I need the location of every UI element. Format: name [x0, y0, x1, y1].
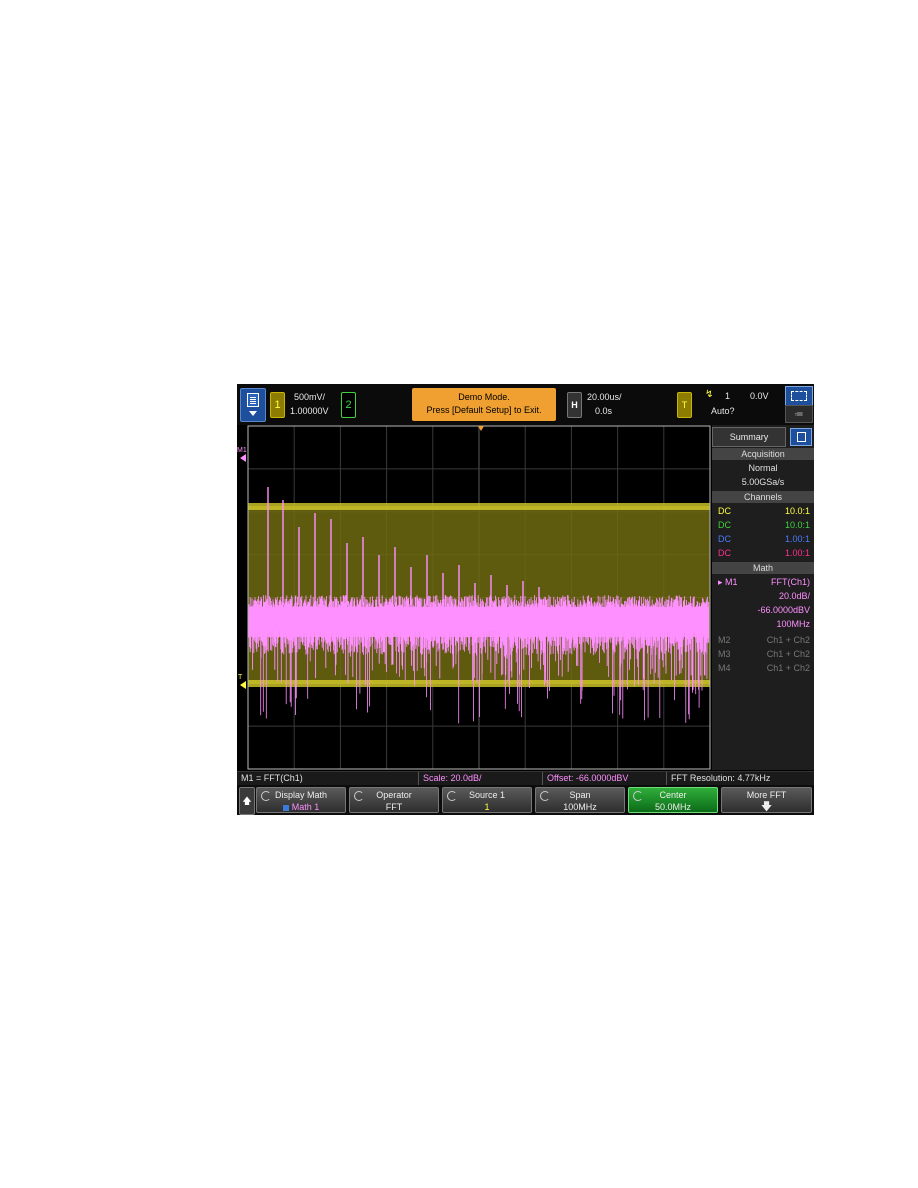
channel-probe: 1.00:1: [784, 548, 810, 558]
softkey-title: Center: [659, 790, 687, 800]
math-offset-status: Offset: -66.0000dBV: [543, 772, 667, 785]
softkey-value: FFT: [385, 802, 403, 812]
acquisition-mode: Normal: [748, 463, 778, 473]
math-m1-row: ▸ M1 FFT(Ch1): [712, 575, 814, 589]
sidebar-menu-icon[interactable]: [790, 428, 812, 446]
demo-mode-title: Demo Mode.: [458, 392, 510, 402]
demo-mode-hint: Press [Default Setup] to Exit.: [426, 405, 542, 415]
time-per-division: 20.00us/: [587, 392, 622, 402]
channel-1-waveform-band: [248, 506, 710, 684]
softkey-title: Span: [569, 790, 591, 800]
down-arrow-icon: 🡇: [760, 801, 773, 813]
m1-offset: -66.0000dBV: [757, 605, 810, 615]
rising-edge-icon: ↯: [705, 389, 714, 400]
display-mode-button[interactable]: [785, 386, 813, 406]
softkey-title: Source 1: [468, 790, 506, 800]
oscilloscope-screen: 1 500mV/ 1.00000V 2 Demo Mode. Press [De…: [237, 384, 814, 815]
softkey-value: 1: [484, 802, 490, 812]
softkey-value: Math 1: [257, 801, 345, 813]
math-function: Ch1 + Ch2: [766, 649, 810, 659]
m1-function: FFT(Ch1): [771, 577, 810, 587]
m1-marker: M1: [237, 447, 247, 454]
math-status-bar: M1 = FFT(Ch1) Scale: 20.0dB/ Offset: -66…: [237, 771, 814, 785]
channel-coupling: DC: [718, 506, 731, 516]
math-header: Math: [712, 562, 814, 574]
center-softkey[interactable]: Center 50.0MHz: [628, 787, 718, 813]
softkey-title: Display Math: [274, 790, 328, 800]
operator-softkey[interactable]: Operator FFT: [349, 787, 439, 813]
softkey-value: 100MHz: [563, 802, 597, 812]
back-button[interactable]: 🡅: [239, 787, 255, 815]
math-color-swatch: [282, 804, 289, 811]
top-status-bar: 1 500mV/ 1.00000V 2 Demo Mode. Press [De…: [237, 384, 814, 426]
menu-icon: [247, 393, 259, 407]
channel-1-scale: 500mV/: [294, 392, 326, 402]
m1-label: ▸ M1: [718, 577, 738, 587]
channel-probe: 10.0:1: [784, 506, 810, 516]
softkey-bar: 🡅 Display Math Math 1 Operator FFT Sourc…: [237, 785, 814, 815]
more-fft-softkey[interactable]: More FFT 🡇: [721, 787, 812, 813]
softkey-title: Operator: [376, 790, 412, 800]
channel-row: DC 1.00:1: [712, 546, 814, 560]
math-scale-status: Scale: 20.0dB/: [419, 772, 543, 785]
channel-coupling: DC: [718, 534, 731, 544]
channel-coupling: DC: [718, 520, 731, 530]
channel-row: DC 1.00:1: [712, 532, 814, 546]
acquisition-header: Acquisition: [712, 448, 814, 460]
chevron-down-icon: [249, 411, 257, 416]
trigger-level: 0.0V: [750, 391, 769, 401]
math-label: M4: [718, 663, 731, 673]
time-delay: 0.0s: [595, 406, 613, 416]
math-function-status: M1 = FFT(Ch1): [237, 772, 419, 785]
channel-probe: 10.0:1: [784, 520, 810, 530]
tab-summary[interactable]: Summary: [712, 427, 786, 447]
summary-sidebar: Summary Acquisition Normal 5.00GSa/s Cha…: [712, 425, 814, 770]
channel-1-band-top: [248, 503, 710, 510]
waveform-graticule[interactable]: M1 T: [237, 425, 712, 770]
fft-resolution-status: FFT Resolution: 4.77kHz: [671, 773, 771, 783]
sample-rate: 5.00GSa/s: [741, 477, 785, 487]
display-mode-icon: [791, 391, 807, 401]
channels-header: Channels: [712, 491, 814, 503]
horizontal-badge[interactable]: H: [567, 392, 582, 418]
channel-1-offset: 1.00000V: [290, 406, 329, 416]
math-function: Ch1 + Ch2: [766, 635, 810, 645]
trigger-level-marker: T: [238, 674, 243, 681]
channel-1-badge[interactable]: 1: [270, 392, 285, 418]
channel-probe: 1.00:1: [784, 534, 810, 544]
math-row: M3 Ch1 + Ch2: [712, 647, 814, 661]
math-label: M3: [718, 649, 731, 659]
source-1-softkey[interactable]: Source 1 1: [442, 787, 532, 813]
m1-scale: 20.0dB/: [778, 591, 810, 601]
span-softkey[interactable]: Span 100MHz: [535, 787, 625, 813]
up-arrow-icon: 🡅: [242, 796, 252, 806]
trigger-mode: Auto?: [711, 406, 735, 416]
channel-row: DC 10.0:1: [712, 518, 814, 532]
channel-row: DC 10.0:1: [712, 504, 814, 518]
softkey-title: More FFT: [746, 790, 787, 800]
channel-coupling: DC: [718, 548, 731, 558]
main-menu-button[interactable]: [240, 388, 266, 422]
math-row: M4 Ch1 + Ch2: [712, 661, 814, 675]
math-label: M2: [718, 635, 731, 645]
math-row: M2 Ch1 + Ch2: [712, 633, 814, 647]
math-function: Ch1 + Ch2: [766, 663, 810, 673]
softkey-value: 50.0MHz: [654, 802, 691, 812]
fft-noise-body: [249, 607, 709, 637]
channel-1-band-bottom: [248, 680, 710, 687]
display-math-softkey[interactable]: Display Math Math 1: [256, 787, 346, 813]
trigger-badge[interactable]: T: [677, 392, 692, 418]
measure-toggle-button[interactable]: ≔: [785, 405, 813, 423]
trigger-source: 1: [725, 391, 731, 401]
m1-span: 100MHz: [776, 619, 810, 629]
demo-mode-banner: Demo Mode. Press [Default Setup] to Exit…: [412, 388, 556, 421]
channel-2-badge[interactable]: 2: [341, 392, 356, 418]
